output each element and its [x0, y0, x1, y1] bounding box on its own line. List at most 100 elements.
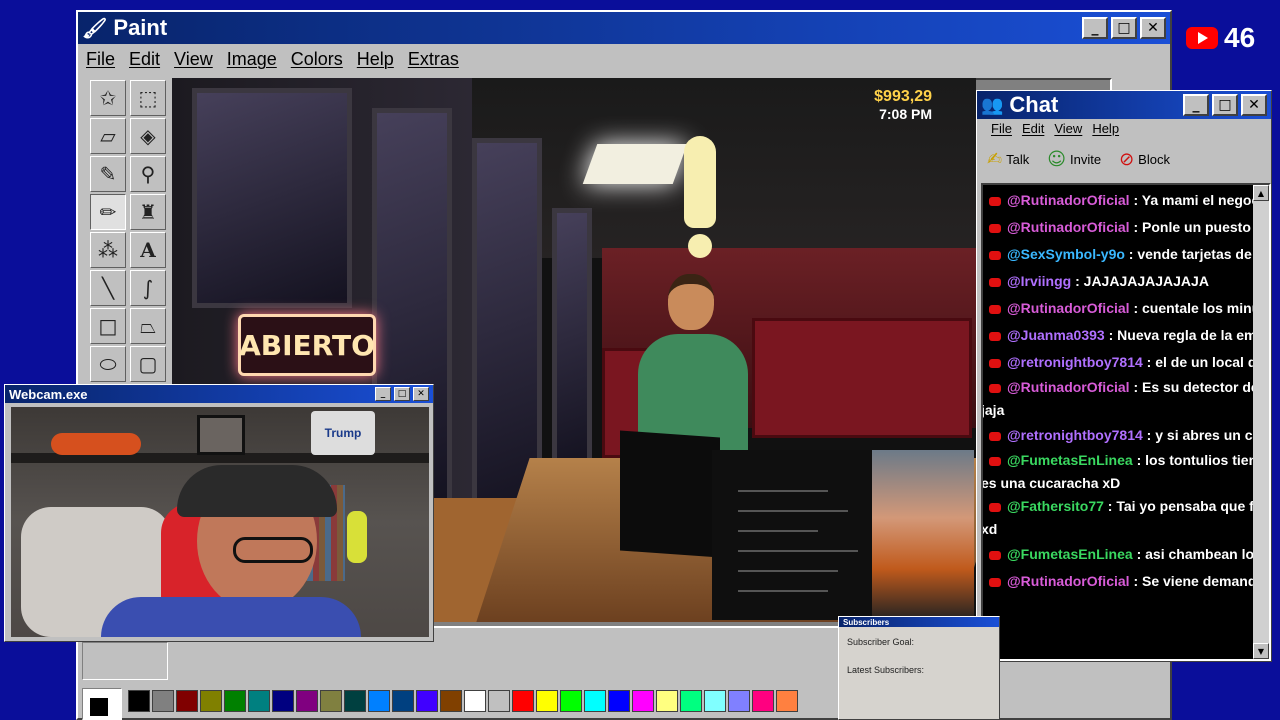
minimize-button[interactable]: _ — [1082, 17, 1108, 39]
rectangle-icon[interactable]: □ — [90, 308, 126, 344]
menu-colors[interactable]: Colors — [291, 49, 343, 70]
palette-swatch[interactable] — [248, 690, 270, 712]
maximize-button[interactable]: □ — [1212, 94, 1238, 116]
palette-swatch[interactable] — [536, 690, 558, 712]
curve-icon[interactable]: ∫ — [130, 270, 166, 306]
fill-bucket-icon[interactable]: ◈ — [130, 118, 166, 154]
chat-username[interactable]: @RutinadorOficial — [1007, 379, 1130, 395]
menu-help[interactable]: Help — [357, 49, 394, 70]
chat-message: @FumetasEnLinea : los tontulios tienen m… — [983, 449, 1269, 495]
chat-username[interactable]: @RutinadorOficial — [1007, 573, 1130, 589]
brush-icon[interactable]: ♜ — [130, 194, 166, 230]
webcam-window: Webcam.exe _ □ ✕ Trump — [4, 384, 434, 642]
ellipse-icon[interactable]: ⬭ — [90, 346, 126, 382]
maximize-button[interactable]: □ — [1111, 17, 1137, 39]
chat-username[interactable]: @retronightboy7814 — [1007, 354, 1143, 370]
palette-swatch[interactable] — [416, 690, 438, 712]
palette-swatch[interactable] — [560, 690, 582, 712]
menu-file[interactable]: File — [86, 49, 115, 70]
menu-file[interactable]: File — [991, 121, 1012, 137]
palette-swatch[interactable] — [656, 690, 678, 712]
magnifier-icon[interactable]: ⚲ — [130, 156, 166, 192]
rounded-rectangle-icon[interactable]: ▢ — [130, 346, 166, 382]
chat-username[interactable]: @retronightboy7814 — [1007, 427, 1143, 443]
palette-swatch[interactable] — [752, 690, 774, 712]
palette-swatch[interactable] — [224, 690, 246, 712]
palette-swatch[interactable] — [464, 690, 486, 712]
menu-view[interactable]: View — [174, 49, 213, 70]
palette-swatch[interactable] — [728, 690, 750, 712]
palette-swatch[interactable] — [584, 690, 606, 712]
palette-swatch[interactable] — [152, 690, 174, 712]
chat-scrollbar[interactable]: ▲ ▼ — [1253, 185, 1269, 659]
current-colors[interactable] — [82, 688, 122, 720]
palette-swatch[interactable] — [200, 690, 222, 712]
youtube-icon — [1186, 27, 1218, 49]
palette-swatch[interactable] — [392, 690, 414, 712]
pencil-icon[interactable]: ✏ — [90, 194, 126, 230]
tool-options-box[interactable] — [82, 642, 168, 680]
chat-username[interactable]: @Irviingg — [1007, 273, 1071, 289]
chat-text-continued: xd — [981, 521, 998, 537]
airbrush-icon[interactable]: ⁂ — [90, 232, 126, 268]
webcam-titlebar[interactable]: Webcam.exe _ □ ✕ — [5, 385, 433, 403]
menu-edit[interactable]: Edit — [129, 49, 160, 70]
palette-swatch[interactable] — [440, 690, 462, 712]
minimize-button[interactable]: _ — [375, 387, 391, 401]
color-picker-icon[interactable]: ✎ — [90, 156, 126, 192]
chat-text: : Nueva regla de la empres — [1104, 327, 1271, 343]
polygon-icon[interactable]: ⏢ — [130, 308, 166, 344]
palette-swatch[interactable] — [296, 690, 318, 712]
menu-image[interactable]: Image — [227, 49, 277, 70]
scroll-up-icon[interactable]: ▲ — [1253, 185, 1269, 201]
menu-edit[interactable]: Edit — [1022, 121, 1044, 137]
block-icon: ⊘ — [1119, 148, 1135, 170]
palette-swatch[interactable] — [680, 690, 702, 712]
maximize-button[interactable]: □ — [394, 387, 410, 401]
chat-text: : Tai yo pensaba que fifita era — [1107, 498, 1269, 514]
text-icon[interactable]: A — [130, 232, 166, 268]
close-button[interactable]: ✕ — [1140, 17, 1166, 39]
palette-swatch[interactable] — [320, 690, 342, 712]
free-select-icon[interactable]: ✩ — [90, 80, 126, 116]
exclamation-marker-icon — [682, 136, 718, 258]
chat-username[interactable]: @Fathersito77 — [1007, 498, 1104, 514]
close-button[interactable]: ✕ — [1241, 94, 1267, 116]
chat-username[interactable]: @SexSymbol-y9o — [1007, 246, 1125, 262]
chat-username[interactable]: @Juanma0393 — [1007, 327, 1105, 343]
menu-help[interactable]: Help — [1092, 121, 1119, 137]
palette-swatch[interactable] — [632, 690, 654, 712]
open-sign: ABIERTO — [238, 314, 376, 376]
chat-username[interactable]: @FumetasEnLinea — [1007, 546, 1133, 562]
menu-view[interactable]: View — [1054, 121, 1082, 137]
chat-username[interactable]: @RutinadorOficial — [1007, 300, 1130, 316]
chat-username[interactable]: @FumetasEnLinea — [1007, 452, 1133, 468]
chat-message-list[interactable]: @RutinadorOficial : Ya mami el negocio d… — [981, 183, 1271, 661]
palette-swatch[interactable] — [512, 690, 534, 712]
palette-swatch[interactable] — [176, 690, 198, 712]
rect-select-icon[interactable]: ⬚ — [130, 80, 166, 116]
block-button[interactable]: ⊘ Block — [1119, 149, 1170, 170]
chat-text: : Se viene demanda 😭 — [1129, 573, 1271, 589]
menu-extras[interactable]: Extras — [408, 49, 459, 70]
palette-swatch[interactable] — [608, 690, 630, 712]
palette-swatch[interactable] — [128, 690, 150, 712]
line-icon[interactable]: ╲ — [90, 270, 126, 306]
palette-swatch[interactable] — [272, 690, 294, 712]
chat-message: @RutinadorOficial : Es su detector de me… — [983, 376, 1269, 422]
close-button[interactable]: ✕ — [413, 387, 429, 401]
scroll-down-icon[interactable]: ▼ — [1253, 643, 1269, 659]
chat-titlebar[interactable]: 👥 Chat _ □ ✕ — [977, 91, 1271, 119]
chat-username[interactable]: @RutinadorOficial — [1007, 219, 1130, 235]
palette-swatch[interactable] — [776, 690, 798, 712]
invite-button[interactable]: ☺ Invite — [1047, 149, 1101, 170]
talk-button[interactable]: ✍ Talk — [987, 149, 1029, 170]
eraser-icon[interactable]: ▱ — [90, 118, 126, 154]
minimize-button[interactable]: _ — [1183, 94, 1209, 116]
palette-swatch[interactable] — [344, 690, 366, 712]
chat-username[interactable]: @RutinadorOficial — [1007, 192, 1130, 208]
palette-swatch[interactable] — [488, 690, 510, 712]
palette-swatch[interactable] — [704, 690, 726, 712]
palette-swatch[interactable] — [368, 690, 390, 712]
paint-titlebar[interactable]: 🖌 Paint _ □ ✕ — [78, 12, 1170, 44]
